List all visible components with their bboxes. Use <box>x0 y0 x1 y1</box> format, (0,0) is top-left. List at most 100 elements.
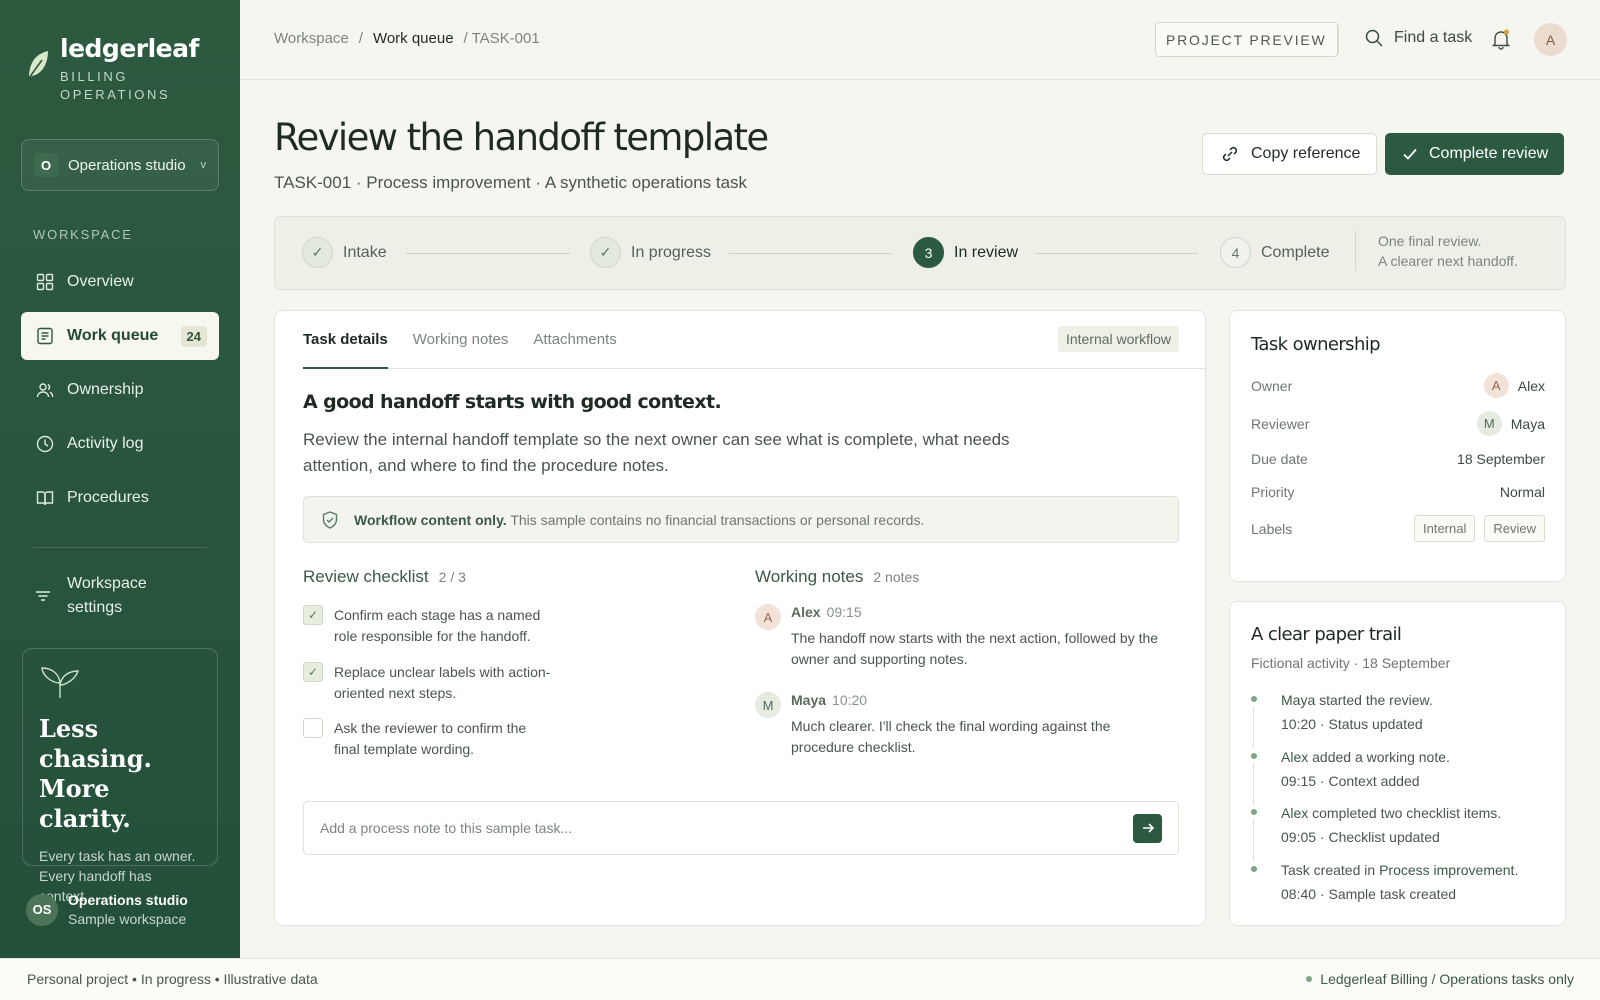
divider <box>1338 26 1339 54</box>
label-chip[interactable]: Review <box>1484 515 1545 542</box>
nav-item-workspace-settings[interactable]: Workspace settings <box>33 572 177 620</box>
note-item: M Maya 10:20 Much clearer. I'll check the… <box>755 692 1166 758</box>
checklist-item[interactable]: ✓ Confirm each stage has a named role re… <box>303 605 554 647</box>
avatar: M <box>755 692 781 718</box>
section-title: A good handoff starts with good context. <box>303 391 722 413</box>
breadcrumb-separator: / <box>358 30 363 47</box>
brand-name: ledgerleaf <box>60 34 199 63</box>
timeline-meta: 09:05 · Checklist updated <box>1281 829 1440 845</box>
arrow-right-icon <box>1142 823 1154 833</box>
note-author: Alex <box>791 604 821 620</box>
nav-item-work-queue[interactable]: Work queue 24 <box>21 312 219 360</box>
check-icon <box>1403 148 1417 160</box>
step-label: Intake <box>343 243 387 261</box>
checklist-item[interactable]: ✓ Replace unclear labels with action-ori… <box>303 662 554 704</box>
nav-item-activity-log[interactable]: Activity log <box>21 420 219 468</box>
breadcrumb-work-queue[interactable]: Work queue <box>373 30 454 47</box>
topbar: Workspace / Work queue / TASK-001 PROJEC… <box>240 0 1600 80</box>
checkbox-unchecked[interactable] <box>303 718 323 738</box>
reviewer-value[interactable]: M Maya <box>1476 411 1545 436</box>
timeline-actor: Alex <box>1281 749 1309 765</box>
step-label: Complete <box>1261 243 1330 261</box>
tab-working-notes[interactable]: Working notes <box>413 311 509 369</box>
checkbox-checked[interactable]: ✓ <box>303 662 323 682</box>
reviewer-row: Reviewer M Maya <box>1251 411 1545 436</box>
promo-card: Less chasing. More clarity. Every task h… <box>22 648 218 904</box>
shield-check-icon <box>322 510 338 529</box>
timeline-link[interactable]: Process improvement. <box>1379 862 1518 878</box>
nav-divider <box>33 547 207 548</box>
timeline-item: Task created in Process improvement. 08:4… <box>1251 858 1518 906</box>
tab-bar: Task details Working notes Attachments I… <box>303 311 1207 369</box>
reviewer-label: Reviewer <box>1251 415 1310 432</box>
notice-bold: Workflow content only. <box>354 511 507 528</box>
grid-icon <box>36 273 54 291</box>
avatar[interactable]: A <box>1534 23 1567 56</box>
note-text: The handoff now starts with the next act… <box>791 630 1159 667</box>
labels-row: Labels Internal Review <box>1251 515 1545 542</box>
checkbox-checked[interactable]: ✓ <box>303 605 323 625</box>
ownership-card: Task ownership Owner A Alex Reviewer M M… <box>1229 310 1566 582</box>
footer-brand: Ledgerleaf Billing / Operations tasks on… <box>1306 971 1574 987</box>
nav-item-label: Overview <box>67 273 134 290</box>
clock-icon <box>36 435 54 453</box>
priority-label: Priority <box>1251 484 1295 500</box>
section-description: Review the internal handoff template so … <box>303 430 1010 475</box>
step-check-icon: ✓ <box>302 237 333 268</box>
labels-value: Internal Review <box>1414 515 1545 542</box>
status-stepper: ✓ Intake ✓ In progress 3 In review 4 Com… <box>274 216 1566 290</box>
nav-item-procedures[interactable]: Procedures <box>21 474 219 522</box>
due-date-value[interactable]: 18 September <box>1457 451 1545 467</box>
search-icon <box>1365 29 1383 47</box>
label-chip[interactable]: Internal <box>1414 515 1476 542</box>
nav-item-label: Work queue <box>67 327 159 344</box>
brand[interactable]: ledgerleaf BILLING OPERATIONS <box>26 34 199 104</box>
owner-value[interactable]: A Alex <box>1483 373 1545 398</box>
nav-item-overview[interactable]: Overview <box>21 258 219 306</box>
priority-value[interactable]: Normal <box>1500 484 1545 500</box>
org-switcher[interactable]: O Operations studio v <box>21 139 219 191</box>
breadcrumb-workspace[interactable]: Workspace <box>274 30 349 47</box>
find-task-label: Find a task <box>1394 29 1473 46</box>
timeline-item: Alex completed two checklist items. 09:05… <box>1251 801 1501 861</box>
footer: Personal project • In progress • Illustr… <box>0 958 1600 1000</box>
reviewer-name: Maya <box>1510 415 1545 432</box>
tab-attachments[interactable]: Attachments <box>533 311 616 369</box>
send-note-button[interactable] <box>1133 813 1162 843</box>
timeline-item: Alex added a working note. 09:15 · Contex… <box>1251 745 1450 805</box>
brand-subtitle: BILLING OPERATIONS <box>60 69 171 102</box>
timeline-meta: 10:20 · Status updated <box>1281 716 1423 732</box>
user-profile[interactable]: OS Operations studio Sample workspace <box>26 892 188 927</box>
find-task-button[interactable]: Find a task <box>1364 28 1472 48</box>
sprout-icon <box>41 667 79 698</box>
notice-text: This sample contains no financial transa… <box>510 511 925 528</box>
step-in-progress: ✓ In progress <box>590 237 711 268</box>
timeline-action: added a working note. <box>1308 749 1450 765</box>
notes-count: 2 notes <box>873 569 920 585</box>
tab-task-details[interactable]: Task details <box>303 311 388 369</box>
copy-reference-button[interactable]: Copy reference <box>1202 133 1378 175</box>
timeline-item: Maya started the review. 10:20 · Status u… <box>1251 688 1433 748</box>
complete-review-label: Complete review <box>1429 145 1549 162</box>
note-composer-input[interactable]: Add a process note to this sample task..… <box>303 801 1179 855</box>
bell-icon[interactable] <box>1490 28 1512 50</box>
note-author: Maya <box>791 692 827 708</box>
document-list-icon <box>37 327 53 345</box>
step-connector <box>729 253 892 254</box>
project-preview-button[interactable]: PROJECT PREVIEW <box>1155 22 1338 57</box>
note-time: 10:20 <box>832 692 868 708</box>
checklist-title: Review checklist 2 / 3 <box>303 567 466 587</box>
complete-review-button[interactable]: Complete review <box>1385 133 1565 175</box>
status-dot-icon <box>1306 976 1313 982</box>
due-date-label: Due date <box>1251 451 1308 467</box>
notes-title-label: Working notes <box>755 567 864 586</box>
avatar: A <box>755 604 781 630</box>
users-icon <box>36 383 54 398</box>
leaf-logo-icon <box>28 51 48 79</box>
checklist-item[interactable]: Ask the reviewer to confirm the final te… <box>303 718 554 760</box>
workflow-tag: Internal workflow <box>1057 326 1179 352</box>
filter-settings-icon <box>36 591 50 601</box>
timeline-dot <box>1251 696 1257 702</box>
trail-subtitle: Fictional activity · 18 September <box>1251 655 1451 671</box>
nav-item-ownership[interactable]: Ownership <box>21 366 219 414</box>
